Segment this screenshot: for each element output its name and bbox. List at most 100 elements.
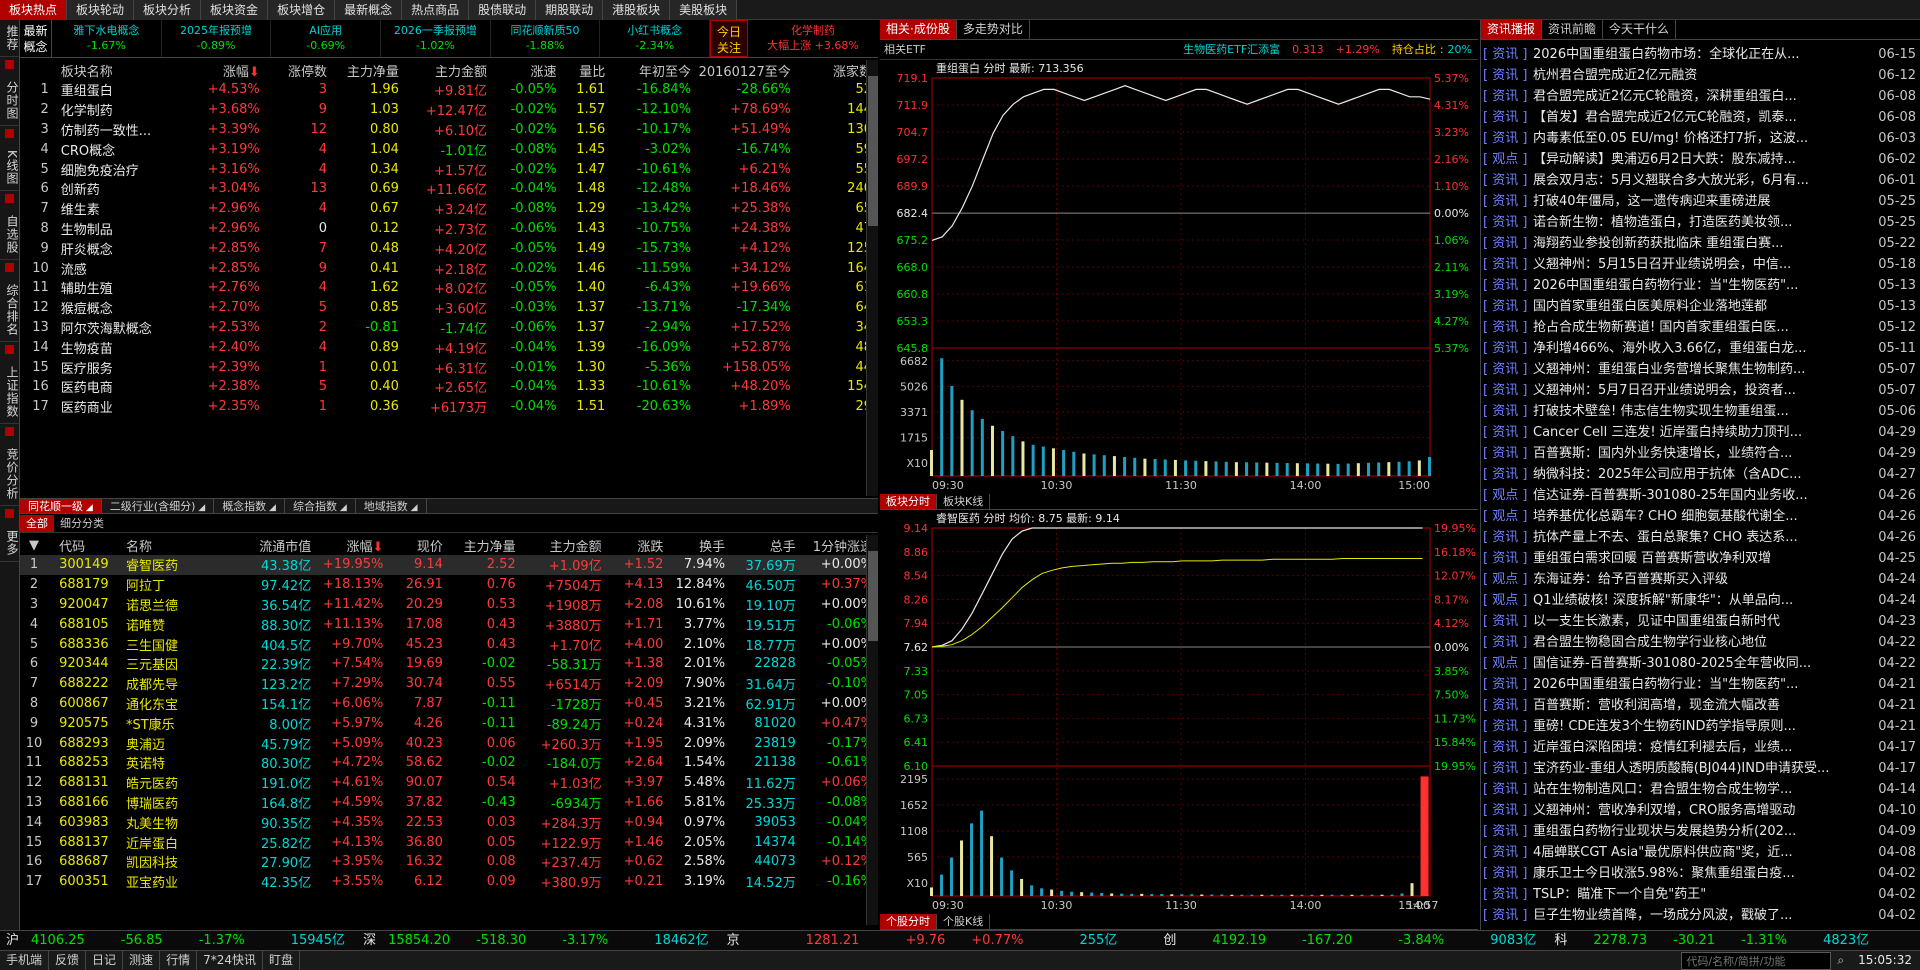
news-item[interactable]: [ 观点 ] 国信证券-百普赛斯-301080-2025全年营收同... 04-22 [1481,653,1920,674]
stock-code[interactable]: 603983 [53,812,120,832]
news-item[interactable]: [ 资讯 ] 海翔药业参投创新药获批临床 重组蛋白赛... 05-22 [1481,233,1920,254]
news-title[interactable]: 康乐卫士今日收涨5.98%：聚焦重组蛋白疫... [1533,863,1878,884]
stock-name[interactable]: 三元基因 [120,654,235,674]
news-title[interactable]: 国信证券-百普赛斯-301080-2025全年营收同... [1533,653,1878,674]
sector-row[interactable]: 10 流感 +2.85% 9 0.41 +2.18亿 -0.02% 1.46 -11.59% +3… [20,258,878,278]
news-tab[interactable]: 今天干什么 [1603,20,1677,39]
top-tab[interactable]: 港股板块 [603,0,671,20]
ticker-item[interactable]: 雅下水电概念 -1.67% [52,20,162,57]
today-focus-item[interactable]: 化学制药 大幅上涨 +3.68% [748,20,878,57]
stock-row[interactable]: 7 688222 成都先导 123.2亿 +7.29% 30.74 0.55 +6514万 +2… [20,674,878,694]
left-nav-item[interactable]: K线图 [0,145,19,191]
left-nav-item[interactable]: 自选股 [0,210,19,260]
filter-icon[interactable]: ▼ [20,535,53,555]
news-item[interactable]: [ 资讯 ] 4届蝉联CGT Asia"最优原料供应商"奖，近... 04-08 [1481,842,1920,863]
stock-name[interactable]: 通化东宝 [120,694,235,714]
stock-col-header[interactable]: 主力净量 [448,535,521,555]
news-title[interactable]: 打破技术壁垒! 伟志信生物实现生物重组蛋... [1533,401,1878,422]
news-title[interactable]: 巨子生物业绩首降，一场成分风波，戳破了... [1533,905,1878,926]
stock-row[interactable]: 9 920575 *ST康乐 8.00亿 +5.97% 4.26 -0.11 -89.24万 +… [20,713,878,733]
sector-name[interactable]: 肝炎概念 [55,238,194,258]
stock-row[interactable]: 10 688293 奥浦迈 45.79亿 +5.09% 40.23 0.06 +260.3万 +… [20,733,878,753]
sector-row[interactable]: 9 肝炎概念 +2.85% 7 0.48 +4.20亿 -0.05% 1.49 -15.73% +… [20,238,878,258]
stock-row[interactable]: 2 688179 阿拉丁 97.42亿 +18.13% 26.91 0.76 +7504万 +4… [20,575,878,595]
stock-name[interactable]: 丸美生物 [120,812,235,832]
stock-col-header[interactable]: 涨跌 [607,535,669,555]
stock-code[interactable]: 688222 [53,674,120,694]
stock-row[interactable]: 14 603983 丸美生物 90.35亿 +4.35% 22.53 0.03 +284.3万… [20,812,878,832]
news-title[interactable]: 诺合新生物：植物造蛋白，打造医药美妆领... [1533,212,1878,233]
sector-name[interactable]: 化学制药 [55,100,194,120]
stock-col-header[interactable]: 流通市值 [235,535,317,555]
ticker-item[interactable]: 2026一季报预增 -1.02% [381,20,491,57]
news-title[interactable]: 净利增466%、海外收入3.66亿，重组蛋白龙... [1533,338,1878,359]
bottom-item[interactable]: 7*24快讯 [197,951,263,970]
ticker-item[interactable]: 小红书概念 -2.34% [600,20,711,57]
news-title[interactable]: 国内首家重组蛋白医美原料企业落地莲都 [1533,296,1878,317]
news-title[interactable]: 重磅! CDE连发3个生物药IND药学指导原则... [1533,716,1878,737]
sector-row[interactable]: 8 生物制品 +2.96% 0 0.12 +2.73亿 -0.06% 1.43 -10.75% +… [20,219,878,239]
stock-chart-tab[interactable]: 个股分时 [880,914,937,929]
news-item[interactable]: [ 资讯 ] 义翘神州：5月15日召开业绩说明会，中信... 05-18 [1481,254,1920,275]
news-item[interactable]: [ 资讯 ] 君合盟生物稳固合成生物学行业核心地位 04-22 [1481,632,1920,653]
stock-name[interactable]: 诺唯赞 [120,614,235,634]
stock-row[interactable]: 3 920047 诺思兰德 36.54亿 +11.42% 20.29 0.53 +1908万 +… [20,595,878,615]
left-nav-item[interactable]: 综合排名 [0,279,19,342]
sector-name[interactable]: 辅助生殖 [55,278,194,298]
news-title[interactable]: Q1业绩破核! 深度拆解"新康华"：从单品向... [1533,590,1878,611]
news-item[interactable]: [ 观点 ] 【异动解读】奥浦迈6月2日大跌：股东减持... 06-02 [1481,149,1920,170]
news-item[interactable]: [ 资讯 ] 宝济药业-重组人透明质酸酶(BJ044)IND申请获受... 04-1… [1481,758,1920,779]
stock-col-header[interactable]: 代码 [53,535,120,555]
sector-row[interactable]: 4 CRO概念 +3.19% 4 1.04 -1.01亿 -0.08% 1.45 -3.02% -… [20,139,878,159]
sector-col-header[interactable]: 主力净量 [333,60,405,80]
news-item[interactable]: [ 资讯 ] 纳微科技：2025年公司应用于抗体（含ADC... 04-27 [1481,464,1920,485]
stock-name[interactable]: 凯因科技 [120,852,235,872]
bottom-item[interactable]: 盯盘 [263,951,300,970]
stock-col-header[interactable]: 主力金额 [521,535,607,555]
ticker-item[interactable]: 2025年报预增 -0.89% [162,20,272,57]
news-title[interactable]: 义翘神州：5月15日召开业绩说明会，中信... [1533,254,1878,275]
news-item[interactable]: [ 资讯 ] 义翘神州：重组蛋白业务营增长聚焦生物制药... 05-07 [1481,359,1920,380]
filter-tab[interactable]: 细分分类 [54,515,110,532]
left-nav-item[interactable]: 上证指数 [0,361,19,424]
bottom-item[interactable]: 反馈 [49,951,87,970]
top-tab[interactable]: 板块资金 [201,0,269,20]
news-title[interactable]: 【首发】君合盟完成近2亿元C轮融资，凯泰... [1533,107,1878,128]
sector-row[interactable]: 15 医疗服务 +2.39% 1 0.01 +6.31亿 -0.01% 1.30 -5.36% +… [20,357,878,377]
news-item[interactable]: [ 资讯 ] 抢占合成生物新赛道! 国内首家重组蛋白医... 05-12 [1481,317,1920,338]
sector-row[interactable]: 16 医药电商 +2.38% 5 0.40 +2.65亿 -0.04% 1.33 -10.61%… [20,377,878,397]
news-item[interactable]: [ 资讯 ] 【首发】君合盟完成近2亿元C轮融资，凯泰... 06-08 [1481,107,1920,128]
stock-name[interactable]: 亚宝药业 [120,872,235,892]
news-item[interactable]: [ 资讯 ] 站在生物制造风口：君合盟生物合成生物学... 04-14 [1481,779,1920,800]
news-title[interactable]: TSLP：瞄准下一个自免"药王" [1533,884,1878,905]
sector-col-header[interactable]: 涨幅⬇ [194,60,266,80]
news-title[interactable]: 4届蝉联CGT Asia"最优原料供应商"奖，近... [1533,842,1878,863]
sector-row[interactable]: 7 维生素 +2.96% 4 0.67 +3.24亿 -0.08% 1.29 -13.42% +2… [20,199,878,219]
ticker-label[interactable]: 最新概念 [20,20,52,57]
sector-row[interactable]: 14 生物疫苗 +2.40% 4 0.89 +4.19亿 -0.04% 1.39 -16.09%… [20,337,878,357]
news-item[interactable]: [ 资讯 ] 打破技术壁垒! 伟志信生物实现生物重组蛋... 05-06 [1481,401,1920,422]
filter-tab[interactable]: 全部 [20,515,54,532]
bottom-item[interactable]: 测速 [123,951,161,970]
sector-col-header[interactable]: 主力金额 [405,60,493,80]
stock-code[interactable]: 688179 [53,575,120,595]
sector-name[interactable]: 猴痘概念 [55,298,194,318]
ticker-item[interactable]: 同花顺新质50 -1.88% [491,20,601,57]
stock-row[interactable]: 13 688166 博瑞医药 164.8亿 +4.59% 37.82 -0.43 -6934万… [20,793,878,813]
news-title[interactable]: 以一支生长激素，见证中国重组蛋白新时代 [1533,611,1878,632]
news-item[interactable]: [ 资讯 ] 诺合新生物：植物造蛋白，打造医药美妆领... 05-25 [1481,212,1920,233]
sector-col-header[interactable]: 涨速 [493,60,563,80]
sector-chart-tab[interactable]: 板块K线 [937,494,991,509]
top-tab[interactable]: 板块轮动 [67,0,135,20]
left-nav-item[interactable]: 分时图 [0,76,19,126]
stock-code[interactable]: 688293 [53,733,120,753]
top-tab[interactable]: 最新概念 [335,0,403,20]
stock-name[interactable]: 睿智医药 [119,555,235,575]
news-title[interactable]: 百普赛斯：国内外业务快速增长，业绩符合... [1533,443,1878,464]
sector-name[interactable]: 医疗服务 [55,357,194,377]
sector-row[interactable]: 13 阿尔茨海默概念 +2.53% 2 -0.81 -1.74亿 -0.06% 1.37 -2.… [20,318,878,338]
news-item[interactable]: [ 资讯 ] 百普赛斯：国内外业务快速增长，业绩符合... 04-29 [1481,443,1920,464]
stock-name[interactable]: *ST康乐 [120,713,235,733]
stock-code[interactable]: 688131 [53,773,120,793]
sector-row[interactable]: 3 仿制药一致性... +3.39% 12 0.80 +6.10亿 -0.02% 1.56 -1… [20,120,878,140]
